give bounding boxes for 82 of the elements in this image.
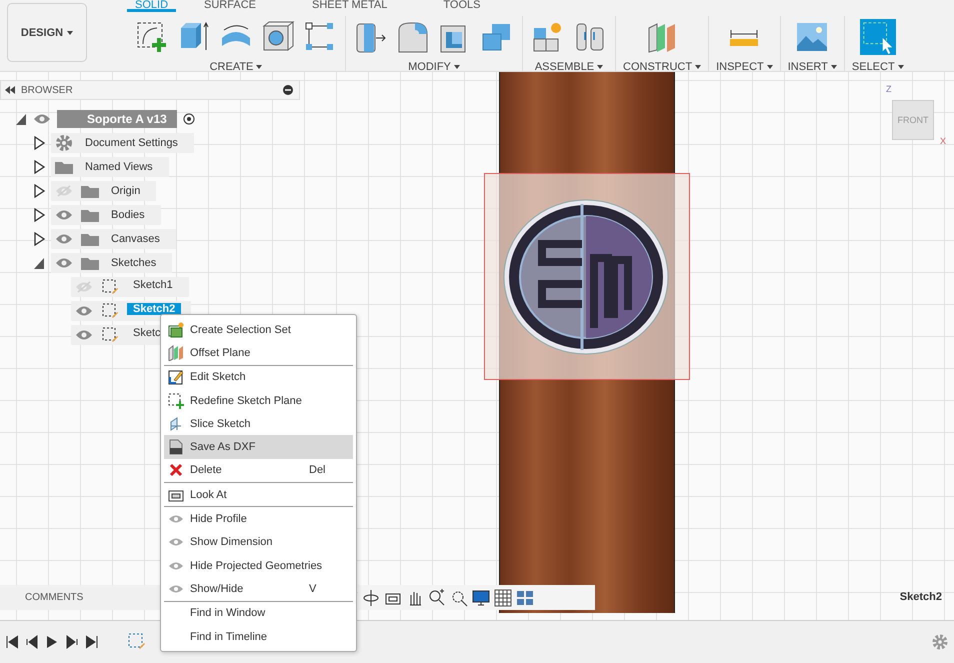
folder-icon xyxy=(81,256,99,270)
group-menu-button[interactable]: INSPECT xyxy=(716,61,773,73)
eye-icon[interactable] xyxy=(55,233,73,245)
dxf-file-icon xyxy=(168,439,184,456)
caret-icon[interactable] xyxy=(256,65,262,69)
eye-icon[interactable] xyxy=(55,209,73,221)
menu-item[interactable]: Look At xyxy=(164,483,353,506)
group-menu-button[interactable]: SELECT xyxy=(852,61,904,73)
collapsed-triangle-icon[interactable] xyxy=(33,160,45,174)
menu-item[interactable]: Edit Sketch xyxy=(164,366,353,389)
selection-set-icon xyxy=(168,322,184,338)
comments-title: COMMENTS xyxy=(25,592,84,603)
group-menu-button[interactable]: INSERT xyxy=(788,61,837,73)
grid-icon[interactable] xyxy=(494,588,512,606)
next-step-icon[interactable] xyxy=(66,635,78,649)
menu-item[interactable]: Slice Sketch xyxy=(164,412,353,436)
folder-icon xyxy=(81,208,99,222)
first-frame-icon[interactable] xyxy=(6,635,18,649)
group-menu-button[interactable]: ASSEMBLE xyxy=(534,61,604,73)
toolbar-tab[interactable]: TOOLS xyxy=(435,0,488,12)
collapse-icon[interactable] xyxy=(5,86,15,94)
toolbar-tab[interactable]: SURFACE xyxy=(196,0,264,12)
caret-icon[interactable] xyxy=(454,65,460,69)
last-frame-icon[interactable] xyxy=(86,635,98,649)
orbit-icon[interactable] xyxy=(362,588,380,606)
group-menu-button[interactable]: MODIFY xyxy=(408,61,460,73)
collapsed-triangle-icon[interactable] xyxy=(33,184,45,198)
folder-icon xyxy=(81,184,99,198)
menu-item[interactable]: Offset Plane xyxy=(164,341,353,365)
edit-sketch-icon xyxy=(168,369,184,386)
menu-item[interactable]: Hide Projected Geometries xyxy=(164,554,353,578)
eye-icon[interactable] xyxy=(55,257,73,269)
panel-title: BROWSER xyxy=(21,84,74,96)
eye-icon[interactable] xyxy=(75,329,93,341)
caret-icon[interactable] xyxy=(67,30,74,34)
slice-icon xyxy=(168,416,184,432)
workspace-button[interactable]: DESIGN xyxy=(7,3,87,62)
expanded-triangle-icon[interactable] xyxy=(15,112,27,126)
menu-item[interactable]: Save As DXF xyxy=(164,435,353,459)
group-menu-button[interactable]: CONSTRUCT xyxy=(623,61,702,73)
view-cube[interactable]: Z FRONT X xyxy=(886,84,948,146)
eye-icon[interactable] xyxy=(33,113,51,125)
minimize-icon[interactable] xyxy=(283,85,293,95)
menu-item[interactable]: Redefine Sketch Plane xyxy=(164,388,353,412)
menu-item[interactable]: Hide Profile xyxy=(164,507,353,531)
status-text: Sketch2 xyxy=(900,591,942,603)
caret-icon[interactable] xyxy=(597,65,604,69)
menu-item[interactable]: Create Selection Set xyxy=(164,318,353,342)
caret-icon[interactable] xyxy=(898,65,904,69)
collapsed-triangle-icon[interactable] xyxy=(33,136,45,150)
group-menu-button[interactable]: CREATE xyxy=(210,61,262,73)
sketch-icon xyxy=(101,326,119,344)
viewports-icon[interactable] xyxy=(516,588,534,606)
axis-label: Z xyxy=(886,84,892,94)
zoom-window-icon[interactable] xyxy=(450,588,468,606)
radio-icon[interactable] xyxy=(182,113,195,125)
collapsed-triangle-icon[interactable] xyxy=(33,232,45,246)
toolbar-tab[interactable]: SHEET METAL xyxy=(304,0,396,12)
menu-item[interactable]: Show Dimension xyxy=(164,530,353,554)
previous-step-icon[interactable] xyxy=(26,635,38,649)
zoom-icon[interactable] xyxy=(428,588,446,606)
axis-label: X xyxy=(940,136,946,146)
menu-item[interactable]: Show/Hide V xyxy=(164,577,353,601)
expanded-triangle-icon[interactable] xyxy=(33,256,45,270)
planes-icon xyxy=(168,344,184,361)
caret-icon[interactable] xyxy=(695,65,702,69)
caret-icon[interactable] xyxy=(830,65,837,69)
sketch-icon xyxy=(101,302,119,320)
sketch-icon[interactable] xyxy=(128,633,146,651)
redefine-plane-icon xyxy=(168,392,184,409)
display-icon[interactable] xyxy=(472,588,490,606)
menu-item[interactable]: Find in Timeline xyxy=(164,624,353,648)
menu-item[interactable]: Delete Del xyxy=(164,458,353,482)
caret-icon[interactable] xyxy=(766,65,773,69)
folder-icon xyxy=(81,232,99,246)
collapsed-triangle-icon[interactable] xyxy=(33,208,45,222)
play-icon[interactable] xyxy=(46,635,58,649)
eye-icon[interactable] xyxy=(75,305,93,317)
delete-icon xyxy=(168,462,184,478)
menu-item[interactable]: Find in Window xyxy=(164,602,353,625)
folder-icon xyxy=(55,160,73,174)
sketch-icon xyxy=(101,278,119,296)
